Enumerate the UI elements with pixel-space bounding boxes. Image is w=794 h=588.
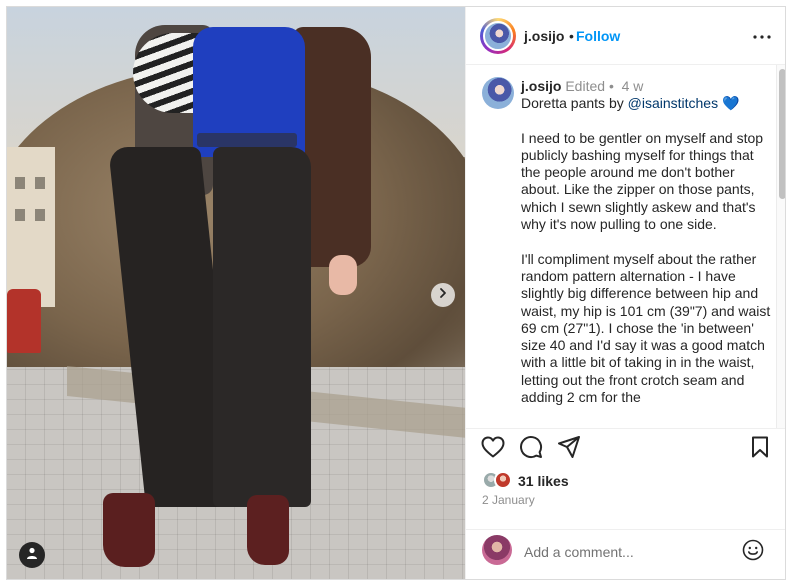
save-button[interactable]	[747, 436, 773, 462]
likes-count[interactable]: 31 likes	[518, 473, 569, 489]
tagged-users-button[interactable]	[19, 542, 45, 568]
meta-separator: •	[608, 78, 614, 94]
comment-input[interactable]	[524, 542, 724, 562]
share-button[interactable]	[556, 435, 582, 463]
current-user-avatar	[482, 535, 512, 565]
post-sidebar: j.osijo • Follow j.osijo Edited • 4 w Do…	[465, 7, 785, 579]
emoji-button[interactable]	[741, 539, 765, 566]
bookmark-icon	[751, 436, 769, 463]
caption-text: Doretta pants by @isainstitches 💙 I need…	[521, 95, 771, 406]
post-age[interactable]: 4 w	[622, 78, 644, 94]
caption-username[interactable]: j.osijo	[521, 78, 561, 94]
post-photo[interactable]	[7, 7, 465, 579]
post-header: j.osijo • Follow	[466, 7, 785, 65]
follow-button[interactable]: Follow	[576, 28, 620, 44]
caption-paragraph-2: I'll compliment myself about the rather …	[521, 250, 771, 406]
chevron-right-icon	[437, 286, 449, 304]
comment-icon	[519, 435, 543, 464]
photo-pants-right-leg	[213, 147, 311, 507]
comment-box	[466, 529, 785, 579]
caption-meta: j.osijo Edited • 4 w	[521, 78, 643, 94]
avatar[interactable]	[483, 21, 513, 51]
photo-hand	[329, 255, 357, 295]
photo-building	[7, 147, 55, 307]
photo-belt	[197, 133, 297, 147]
header-username[interactable]: j.osijo	[524, 28, 564, 44]
caption-scrollbar[interactable]	[776, 65, 785, 428]
like-button[interactable]	[480, 436, 506, 462]
mention-link[interactable]: @isainstitches	[628, 95, 718, 111]
caption-area[interactable]: j.osijo Edited • 4 w Doretta pants by @i…	[466, 65, 785, 428]
next-photo-button[interactable]	[431, 283, 455, 307]
liker-avatar	[494, 471, 512, 489]
send-icon	[558, 435, 580, 463]
photo-boot-left	[103, 493, 155, 567]
photo-car	[7, 289, 41, 353]
caption-avatar[interactable]	[482, 77, 514, 109]
heart-icon	[481, 436, 505, 463]
more-horizontal-icon	[753, 26, 771, 44]
caption-prefix: Doretta pants by	[521, 95, 628, 111]
caption-paragraph-1: I need to be gentler on myself and stop …	[521, 129, 764, 233]
more-options-button[interactable]	[750, 23, 774, 47]
user-tag-icon	[25, 546, 39, 565]
scrollbar-thumb[interactable]	[779, 69, 785, 199]
smiley-icon	[742, 539, 764, 566]
header-separator: •	[569, 28, 574, 44]
post-modal: j.osijo • Follow j.osijo Edited • 4 w Do…	[6, 6, 786, 580]
blue-heart-emoji: 💙	[721, 95, 740, 111]
action-bar	[466, 428, 785, 464]
comment-button[interactable]	[518, 435, 544, 464]
photo-boot-right	[247, 495, 289, 565]
story-ring[interactable]	[480, 18, 516, 54]
edited-label: Edited	[565, 78, 606, 94]
post-date: 2 January	[482, 493, 535, 507]
